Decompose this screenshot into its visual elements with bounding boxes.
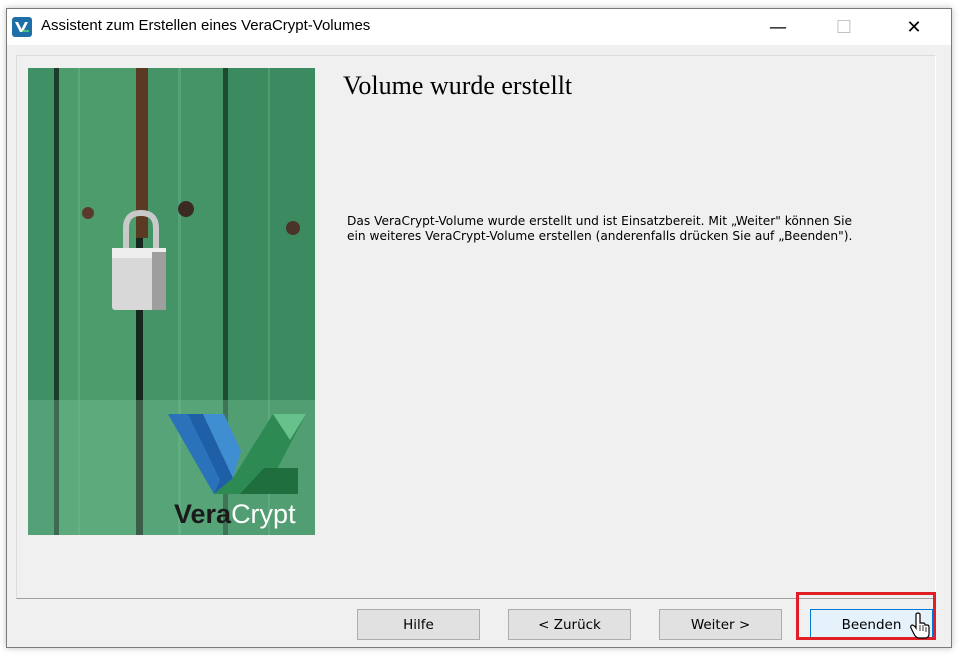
window-title: Assistent zum Erstellen eines VeraCrypt-… (41, 17, 371, 34)
help-button[interactable]: Hilfe (357, 609, 480, 640)
maximize-button[interactable]: ☐ (821, 9, 867, 45)
page-title: Volume wurde erstellt (343, 71, 573, 100)
title-bar[interactable]: Assistent zum Erstellen eines VeraCrypt-… (7, 9, 951, 45)
info-text: Das VeraCrypt-Volume wurde erstellt und … (347, 214, 907, 244)
svg-text:VeraCrypt: VeraCrypt (174, 499, 296, 529)
back-button[interactable]: < Zurück (508, 609, 631, 640)
veracrypt-app-icon (12, 17, 32, 37)
minimize-button[interactable]: — (755, 9, 801, 45)
mouse-pointer-icon (910, 612, 930, 639)
logo-text-crypt: Crypt (231, 499, 296, 529)
info-line-1: Das VeraCrypt-Volume wurde erstellt und … (347, 214, 852, 228)
maximize-icon: ☐ (835, 16, 853, 38)
close-icon: ✕ (906, 16, 922, 38)
minimize-icon: — (769, 16, 787, 38)
close-button[interactable]: ✕ (891, 9, 937, 45)
logo-text-vera: Vera (174, 499, 232, 529)
info-line-2: ein weiteres VeraCrypt-Volume erstellen … (347, 229, 853, 243)
wizard-banner-image: VeraCrypt (28, 68, 315, 535)
wizard-window: Assistent zum Erstellen eines VeraCrypt-… (6, 8, 952, 648)
next-button[interactable]: Weiter > (659, 609, 782, 640)
